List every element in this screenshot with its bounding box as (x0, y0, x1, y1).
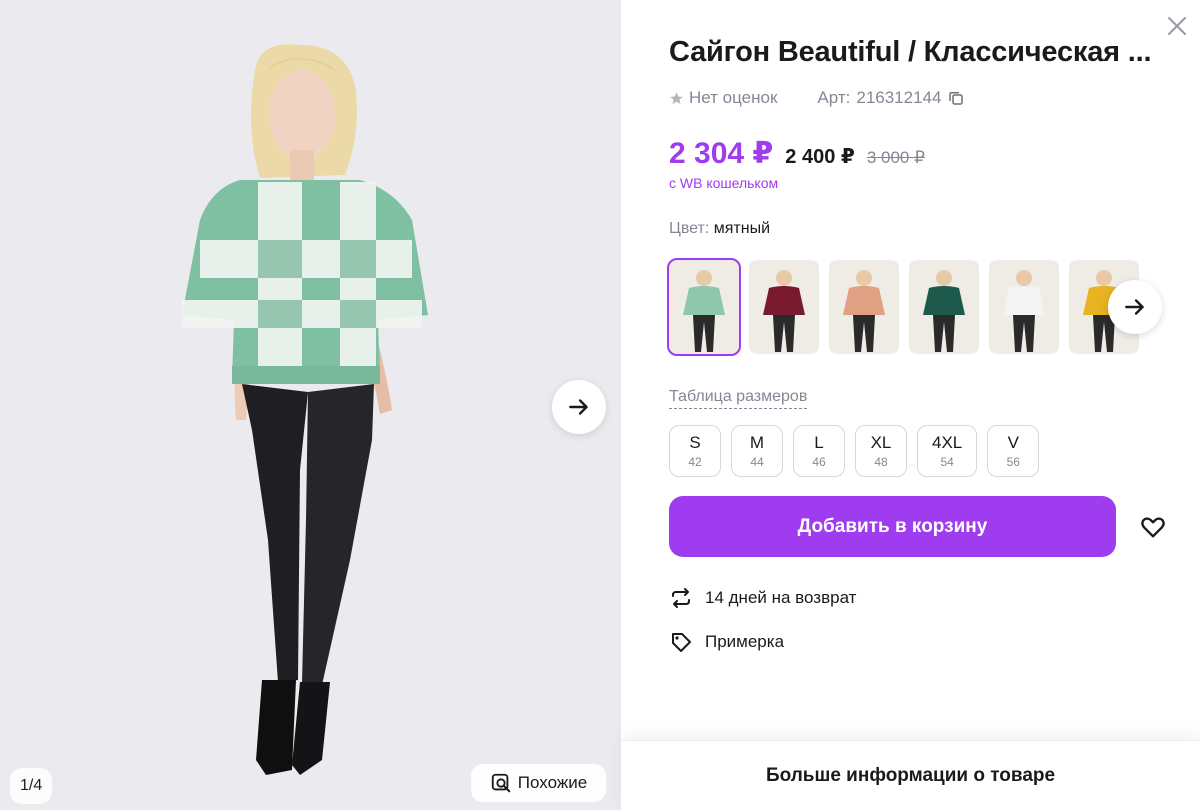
color-swatches (667, 258, 1139, 356)
similar-label: Похожие (517, 773, 588, 792)
product-title[interactable]: Сайгон Beautiful / Классическая ... (669, 36, 1155, 69)
return-policy[interactable]: 14 дней на возврат (669, 586, 856, 610)
fitting-text: Примерка (705, 632, 785, 651)
color-label: Цвет: (669, 220, 710, 237)
fitting-option[interactable]: Примерка (669, 630, 784, 654)
rating-text: Нет оценок (689, 88, 778, 107)
star-icon (670, 91, 683, 104)
rating: Нет оценок (669, 88, 777, 108)
color-value: мятный (713, 220, 771, 237)
product-photo (0, 0, 621, 810)
size-ru: 44 (750, 455, 764, 469)
gallery-next-button[interactable] (552, 380, 606, 434)
price-block: 2 304 ₽ 2 400 ₽ 3 000 ₽ (669, 136, 925, 171)
size-table-link[interactable]: Таблица размеров (669, 388, 808, 409)
size-ru: 42 (688, 455, 702, 469)
wallet-note[interactable]: с WB кошельком (669, 175, 778, 191)
color-row: Цвет: мятный (669, 220, 770, 238)
swatches-next-button[interactable] (1108, 280, 1162, 334)
color-swatch-peach[interactable] (829, 260, 899, 354)
wallet-price: 2 304 ₽ (669, 137, 774, 170)
size-option-xl[interactable]: XL 48 (855, 425, 907, 477)
more-info-button[interactable]: Больше информации о товаре (621, 740, 1200, 810)
article-number: Арт: 216312144 (817, 88, 965, 108)
size-label: 4XL (932, 433, 963, 452)
tag-icon (672, 633, 691, 652)
size-option-v[interactable]: V 56 (987, 425, 1040, 477)
size-option-l[interactable]: L 46 (793, 425, 845, 477)
size-option-s[interactable]: S 42 (669, 425, 721, 477)
image-counter: 1/4 (10, 768, 53, 804)
arrow-right-icon (1125, 299, 1144, 315)
product-details-panel: Сайгон Beautiful / Классическая ... Нет … (621, 0, 1200, 810)
color-swatch-burgundy[interactable] (749, 260, 819, 354)
heart-icon (1141, 517, 1165, 538)
size-options: S 42 M 44 L 46 XL 48 4XL 54 V 56 (669, 425, 1040, 477)
close-icon (1168, 17, 1186, 35)
color-swatch-mint[interactable] (667, 258, 741, 356)
similar-button[interactable]: Похожие (471, 764, 606, 802)
swatch-photo (669, 260, 739, 354)
article-label: Арт: (817, 88, 851, 107)
return-policy-text: 14 дней на возврат (705, 588, 857, 607)
search-similar-icon (491, 773, 511, 793)
swatch-photo (749, 260, 819, 354)
return-arrows-icon (672, 588, 690, 608)
swatch-photo (989, 260, 1059, 354)
arrow-right-icon (569, 399, 588, 415)
swatch-photo (829, 260, 899, 354)
size-label: S (689, 433, 701, 452)
swatch-photo (909, 260, 979, 354)
size-option-m[interactable]: M 44 (731, 425, 783, 477)
old-price: 3 000 ₽ (866, 148, 925, 167)
size-ru: 56 (1006, 455, 1020, 469)
product-image-gallery: 1/4 Похожие (0, 0, 621, 810)
color-swatch-emerald[interactable] (909, 260, 979, 354)
size-label: M (749, 433, 765, 452)
favorite-button[interactable] (1135, 509, 1171, 545)
add-to-cart-button[interactable]: Добавить в корзину (669, 496, 1116, 557)
copy-icon (949, 92, 964, 105)
size-label: XL (870, 433, 892, 452)
close-button[interactable] (1164, 14, 1190, 40)
size-label: V (1007, 433, 1019, 452)
size-label: L (814, 433, 824, 452)
size-option-4xl[interactable]: 4XL 54 (917, 425, 978, 477)
color-swatch-white[interactable] (989, 260, 1059, 354)
current-price: 2 400 ₽ (785, 146, 855, 168)
copy-article-button[interactable] (947, 89, 965, 107)
product-meta: Нет оценок Арт: 216312144 (669, 88, 965, 108)
size-ru: 46 (812, 455, 826, 469)
size-ru: 54 (940, 455, 954, 469)
article-value: 216312144 (856, 88, 942, 107)
size-ru: 48 (874, 455, 888, 469)
